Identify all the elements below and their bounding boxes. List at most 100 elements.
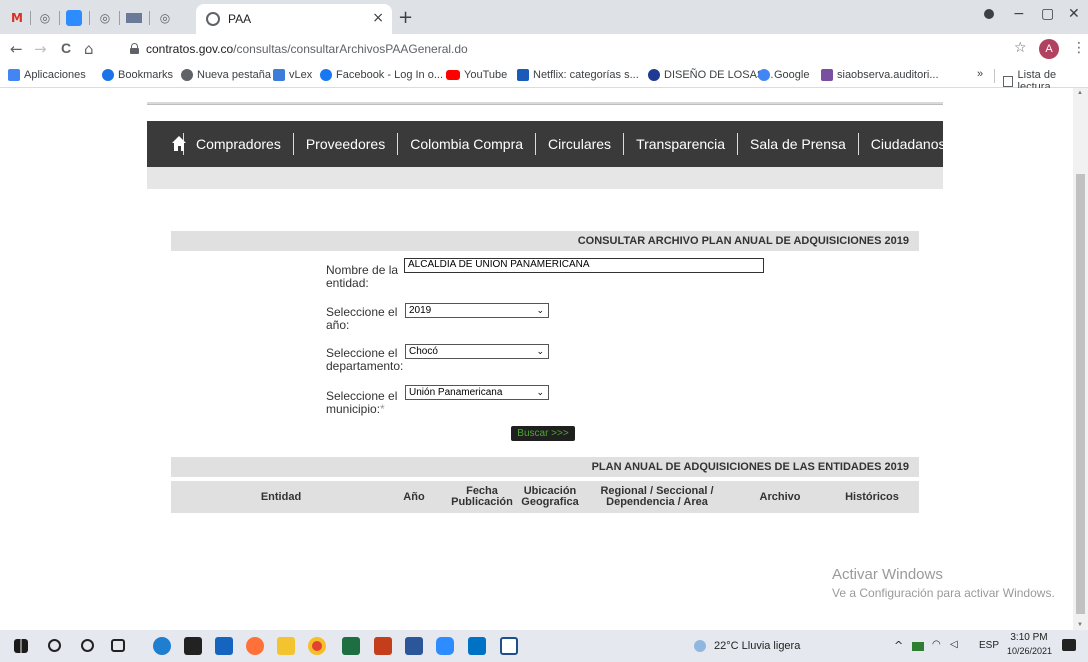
- search-button[interactable]: Buscar >>>: [511, 426, 575, 441]
- results-table-header: Entidad Año Fecha Publicación Ubicación …: [171, 481, 919, 513]
- nav-transparencia[interactable]: Transparencia: [623, 133, 737, 155]
- nav-ciudadanos[interactable]: Ciudadanos: [857, 133, 958, 155]
- bookmark-siaobserva[interactable]: siaobserva.auditori...: [821, 69, 939, 81]
- outlook-icon[interactable]: [468, 637, 486, 655]
- nav-proveedores[interactable]: Proveedores: [292, 133, 397, 155]
- task-view-icon[interactable]: [111, 639, 125, 652]
- globe-tab-icon[interactable]: ◎: [34, 7, 56, 29]
- wifi-icon[interactable]: ◠: [932, 639, 941, 650]
- nav-compradores[interactable]: Compradores: [183, 133, 293, 155]
- watermark-subtitle: Ve a Configuración para activar Windows.: [832, 586, 1055, 600]
- column-header-archivo[interactable]: Archivo: [749, 481, 811, 513]
- weather-icon[interactable]: [694, 640, 706, 652]
- weather-text[interactable]: 22°C Lluvia ligera: [714, 640, 800, 652]
- restore-button[interactable]: ▢: [1041, 6, 1054, 22]
- volume-icon[interactable]: ◁: [950, 639, 958, 650]
- browser-menu-icon[interactable]: ⋮: [1072, 40, 1086, 56]
- minimize-button[interactable]: −: [1013, 6, 1025, 22]
- chrome-icon[interactable]: [308, 637, 326, 655]
- star-icon: [102, 69, 114, 81]
- nav-sala-de-prensa[interactable]: Sala de Prensa: [737, 133, 858, 155]
- department-select-value: Chocó: [409, 346, 438, 357]
- edge-icon[interactable]: [153, 637, 171, 655]
- year-select[interactable]: 2019 ⌄: [405, 303, 549, 318]
- window-close-button[interactable]: ✕: [1068, 6, 1080, 22]
- tab-paa[interactable]: PAA ×: [196, 4, 392, 34]
- forward-button[interactable]: →: [34, 40, 47, 58]
- column-header-historicos[interactable]: Históricos: [831, 481, 913, 513]
- gmail-tab-icon[interactable]: M: [6, 7, 28, 29]
- nav-circulares[interactable]: Circulares: [535, 133, 623, 155]
- globe-icon: [206, 12, 220, 26]
- tray-app-icon[interactable]: [912, 642, 924, 651]
- lock-icon[interactable]: [130, 43, 139, 54]
- language-indicator[interactable]: ESP: [979, 640, 999, 651]
- globe-tab-icon[interactable]: ◎: [154, 7, 176, 29]
- bookmark-netflix[interactable]: Netflix: categorías s...: [517, 69, 639, 81]
- store-icon[interactable]: [184, 637, 202, 655]
- url-path: /consultas/consultarArchivosPAAGeneral.d…: [233, 42, 468, 56]
- chevron-down-icon: ⌄: [536, 347, 544, 357]
- tab-separator: [30, 11, 31, 25]
- reload-button[interactable]: C: [61, 40, 71, 56]
- entity-name-input[interactable]: ALCALDIA DE UNION PANAMERICANA: [404, 258, 764, 273]
- column-header-anio[interactable]: Año: [391, 481, 437, 513]
- whiteboard-icon[interactable]: [500, 637, 518, 655]
- scroll-up-arrow-icon[interactable]: ▲: [1077, 90, 1083, 96]
- close-tab-icon[interactable]: ×: [372, 10, 384, 26]
- chevron-up-icon[interactable]: ^: [894, 639, 903, 652]
- page-content: Compradores Proveedores Colombia Compra …: [147, 88, 946, 630]
- chevron-down-icon: ⌄: [536, 306, 544, 316]
- mail-icon[interactable]: [215, 637, 233, 655]
- youtube-icon: [446, 70, 460, 80]
- powerpoint-icon[interactable]: [374, 637, 392, 655]
- cortana-icon[interactable]: [81, 639, 94, 652]
- bookmark-aplicaciones[interactable]: Aplicaciones: [8, 69, 86, 81]
- bookmark-youtube[interactable]: YouTube: [446, 69, 507, 81]
- back-button[interactable]: ←: [10, 40, 23, 58]
- bookmark-disenio-losas[interactable]: DISEÑO DE LOSAS...: [648, 69, 773, 81]
- bookmarks-overflow-button[interactable]: »: [977, 68, 983, 80]
- subnav-bar: [147, 167, 943, 189]
- search-icon[interactable]: [48, 639, 61, 652]
- page-scrollbar[interactable]: ▲ ▼: [1073, 88, 1088, 630]
- bookmark-vlex[interactable]: vLex: [273, 69, 312, 81]
- netflix-icon: [517, 69, 529, 81]
- globe-tab-icon[interactable]: ◎: [94, 7, 116, 29]
- bookmark-google[interactable]: Google: [758, 69, 809, 81]
- department-select[interactable]: Chocó ⌄: [405, 344, 549, 359]
- column-header-entidad[interactable]: Entidad: [171, 481, 391, 513]
- windows-start-icon[interactable]: [14, 639, 28, 653]
- municipality-select[interactable]: Unión Panamericana ⌄: [405, 385, 549, 400]
- column-header-fecha[interactable]: Fecha Publicación: [447, 481, 517, 513]
- word-icon[interactable]: [405, 637, 423, 655]
- bookmark-nueva-pestana[interactable]: Nueva pestaña: [181, 69, 271, 81]
- file-explorer-icon[interactable]: [277, 637, 295, 655]
- globe-icon: [181, 69, 193, 81]
- bookmark-bookmarks[interactable]: Bookmarks: [102, 69, 173, 81]
- bookmark-star-icon[interactable]: ☆: [1014, 40, 1027, 56]
- clock[interactable]: 3:10 PM 10/26/2021: [1007, 632, 1052, 656]
- new-tab-button[interactable]: +: [398, 7, 413, 28]
- bookmark-facebook[interactable]: Facebook - Log In o...: [320, 69, 443, 81]
- scroll-down-arrow-icon[interactable]: ▼: [1077, 622, 1083, 628]
- firefox-icon[interactable]: [246, 637, 264, 655]
- excel-icon[interactable]: [342, 637, 360, 655]
- profile-avatar[interactable]: A: [1039, 39, 1059, 59]
- year-label: Seleccione el año:: [326, 305, 398, 332]
- home-button[interactable]: ⌂: [84, 40, 94, 58]
- scrollbar-thumb[interactable]: [1076, 174, 1085, 614]
- sia-icon: [821, 69, 833, 81]
- site-tab-icon[interactable]: [126, 13, 142, 23]
- nav-colombia-compra[interactable]: Colombia Compra: [397, 133, 535, 155]
- notifications-icon[interactable]: [1062, 639, 1076, 651]
- plan-section-title: PLAN ANUAL DE ADQUISICIONES DE LAS ENTID…: [171, 457, 919, 477]
- address-bar[interactable]: contratos.gov.co/consultas/consultarArch…: [146, 42, 468, 56]
- record-indicator-icon: [984, 9, 994, 19]
- zoom-tab-icon[interactable]: [66, 10, 82, 26]
- vlex-icon: [273, 69, 285, 81]
- zoom-icon[interactable]: [436, 637, 454, 655]
- watermark-title: Activar Windows: [832, 566, 943, 583]
- column-header-ubicacion[interactable]: Ubicación Geografica: [517, 481, 583, 513]
- column-header-regional[interactable]: Regional / Seccional / Dependencia / Are…: [587, 481, 727, 513]
